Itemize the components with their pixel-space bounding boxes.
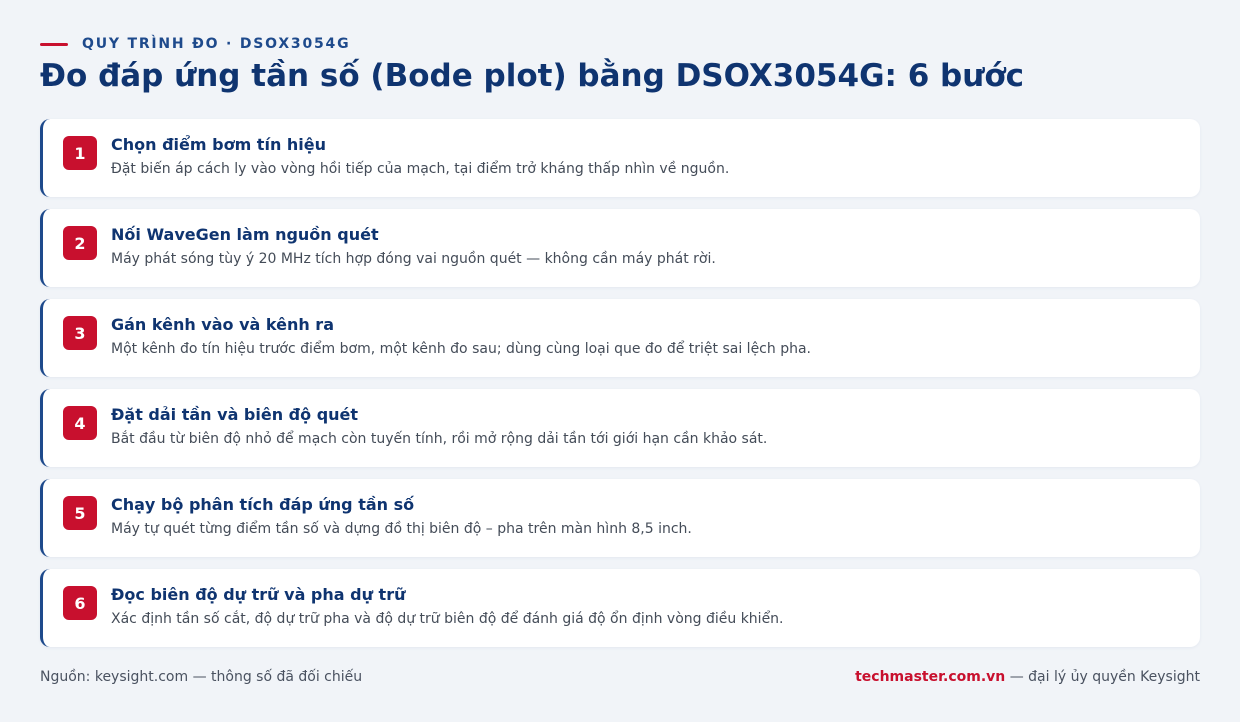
eyebrow: QUY TRÌNH ĐO · DSOX3054G [40, 36, 350, 52]
step-title: Đọc biên độ dự trữ và pha dự trữ [111, 585, 406, 604]
step-card: 2 Nối WaveGen làm nguồn quét Máy phát só… [40, 209, 1200, 287]
step-description: Bắt đầu từ biên độ nhỏ để mạch còn tuyến… [111, 431, 768, 447]
steps-list: 1 Chọn điểm bơm tín hiệu Đặt biến áp các… [40, 119, 1200, 659]
step-number-badge: 6 [63, 586, 97, 620]
step-number-badge: 2 [63, 226, 97, 260]
step-description: Một kênh đo tín hiệu trước điểm bơm, một… [111, 341, 811, 357]
step-number-badge: 1 [63, 136, 97, 170]
step-description: Xác định tần số cắt, độ dự trữ pha và độ… [111, 611, 784, 627]
step-title: Chọn điểm bơm tín hiệu [111, 135, 327, 154]
footer-credit: techmaster.com.vn — đại lý ủy quyền Keys… [855, 669, 1200, 685]
step-description: Máy phát sóng tùy ý 20 MHz tích hợp đóng… [111, 251, 716, 267]
step-title: Chạy bộ phân tích đáp ứng tần số [111, 495, 415, 514]
brand-suffix: — đại lý ủy quyền Keysight [1005, 669, 1200, 685]
source-note: Nguồn: keysight.com — thông số đã đối ch… [40, 669, 363, 685]
step-number-badge: 3 [63, 316, 97, 350]
eyebrow-accent-line [40, 42, 68, 46]
step-title: Đặt dải tần và biên độ quét [111, 405, 359, 424]
step-card: 4 Đặt dải tần và biên độ quét Bắt đầu từ… [40, 389, 1200, 467]
step-card: 5 Chạy bộ phân tích đáp ứng tần số Máy t… [40, 479, 1200, 557]
step-number-badge: 5 [63, 496, 97, 530]
step-card: 6 Đọc biên độ dự trữ và pha dự trữ Xác đ… [40, 569, 1200, 647]
step-card: 3 Gán kênh vào và kênh ra Một kênh đo tí… [40, 299, 1200, 377]
step-description: Đặt biến áp cách ly vào vòng hồi tiếp củ… [111, 161, 730, 177]
page-title: Đo đáp ứng tần số (Bode plot) bằng DSOX3… [40, 58, 1024, 94]
page: QUY TRÌNH ĐO · DSOX3054G Đo đáp ứng tần … [0, 0, 1240, 722]
brand-link[interactable]: techmaster.com.vn [855, 669, 1005, 685]
step-card: 1 Chọn điểm bơm tín hiệu Đặt biến áp các… [40, 119, 1200, 197]
step-number-badge: 4 [63, 406, 97, 440]
step-description: Máy tự quét từng điểm tần số và dựng đồ … [111, 521, 692, 537]
eyebrow-label: QUY TRÌNH ĐO · DSOX3054G [82, 36, 351, 52]
step-title: Nối WaveGen làm nguồn quét [111, 225, 379, 244]
step-title: Gán kênh vào và kênh ra [111, 315, 334, 334]
